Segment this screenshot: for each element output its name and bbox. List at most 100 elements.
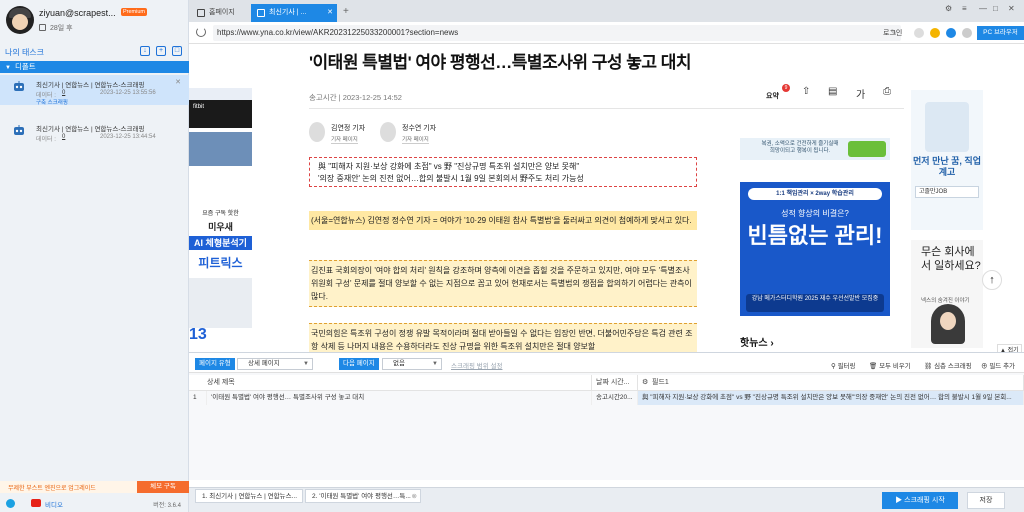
upgrade-banner: 무제한 부스트 엔진으로 업그레이드 체모 구독	[0, 481, 189, 493]
tab-home[interactable]: 홈페이지	[191, 4, 249, 22]
chevron-down-icon: ▼	[5, 65, 11, 71]
task-item[interactable]: 최신기사 | 연합뉴스 | 연합뉴스-스크래핑 데이터 : 0 2023-12-…	[0, 119, 189, 149]
gear-icon: ⚙	[642, 379, 649, 386]
cell-field1[interactable]: 與 "피해자 지원·보상 강화에 초점" vs 野 "진상규명 특조위 설치만은…	[638, 391, 1024, 405]
reporter-page-link[interactable]: 기자 페이지	[402, 135, 429, 144]
translate-icon[interactable]	[946, 28, 956, 38]
share-icon[interactable]: ⇧	[802, 86, 810, 97]
ad-company-sub: 넥스의 숨겨진 이야기	[921, 298, 970, 304]
youtube-icon[interactable]	[31, 499, 41, 507]
extension-icon[interactable]	[930, 28, 940, 38]
extension-icon[interactable]	[962, 28, 972, 38]
filter-button[interactable]: ⚲ 필터링	[831, 360, 856, 370]
page-icon	[257, 9, 265, 17]
url-input[interactable]: https://www.yna.co.kr/view/AKR2023122503…	[213, 25, 901, 41]
ad-left[interactable]: fitbit 요즘 구독 핫한 미우새 AI 체형분석기 피트릭스 13	[189, 88, 252, 352]
print-icon[interactable]: ⎙	[883, 86, 891, 97]
ad-company[interactable]: 무슨 회사에서 일하세요? 넥스의 숨겨진 이야기	[911, 240, 983, 348]
username: ziyuan@scrapest...	[39, 8, 116, 18]
folder-label: 디폴트	[14, 62, 36, 71]
article-paragraph: (서울=연합뉴스) 김연정 정수연 기자 = 여야가 '10·29 이태원 참사…	[309, 211, 697, 230]
article-paragraph: 국민의힘은 특조위 구성이 정쟁 유발 목적이라며 절대 받아들일 수 없다는 …	[309, 323, 697, 352]
workflow-tab[interactable]: 2. '이태원 특별법' 여야 평행선…특... ⊗	[305, 489, 421, 503]
avatar[interactable]	[6, 6, 34, 34]
task-name: 최신기사 | 연합뉴스 | 연합뉴스-스크래핑	[36, 82, 145, 89]
calendar-icon	[39, 24, 46, 31]
column-header[interactable]: ⚙ 필드1	[638, 375, 1024, 391]
ad-lottery[interactable]: 복권, 소액으로 건전하게 즐기실때 희망이되고 행복이 됩니다.	[740, 138, 890, 160]
next-page-select[interactable]: 없음 ▼	[382, 358, 442, 370]
data-panel: 페이지 유형 상세 페이지 ▼ 다음 페이지 없음 ▼ 스크래핑 범위 설정 ⚲ 필…	[189, 352, 1024, 480]
ad-academy-main: 빈틈없는 관리!	[747, 223, 883, 248]
ad-lottery-text: 복권, 소액으로 건전하게 즐기실때 희망이되고 행복이 됩니다.	[761, 141, 839, 154]
add-field-label: 필드 추가	[989, 363, 1016, 370]
task-item[interactable]: 최신기사 | 연합뉴스 | 연합뉴스-스크래핑 데이터 : 0 2023-12-…	[0, 75, 189, 106]
scroll-top-icon[interactable]: ↑	[982, 270, 1002, 290]
import-icon[interactable]: ↓	[140, 46, 150, 56]
cell-title[interactable]: '이태원 특별법' 여야 평행선… 특별조사위 구성 놓고 대치	[207, 391, 592, 405]
column-header[interactable]: 날짜 시간...	[592, 375, 638, 391]
start-scraping-button[interactable]: ▶ 스크래핑 시작	[882, 492, 958, 509]
video-link[interactable]: 비디오	[45, 499, 63, 509]
cell-datetime[interactable]: 송고시간20...	[592, 391, 638, 405]
ad-academy[interactable]: 1:1 책임관리 × 2way 학습관리 성적 향상의 비결은? 빈틈없는 관리…	[740, 182, 890, 316]
close-icon[interactable]: ✕	[327, 4, 333, 22]
tab-bar: 홈페이지 최신기사 | ... ✕ + — □ ✕ ⚙ ≡	[189, 0, 1024, 22]
deep-scrape-label: 심층 스크래핑	[934, 363, 972, 370]
article-subheads: 與 "피해자 지원·보상 강화에 초점" vs 野 "진상규명 특조위 설치만은…	[309, 157, 697, 187]
scrape-range-link[interactable]: 스크래핑 범위 설정	[451, 360, 502, 370]
folder-default[interactable]: ▼ 디폴트	[0, 61, 189, 73]
close-icon[interactable]: ✕	[175, 78, 181, 86]
task-data-label: 데이터 :	[36, 137, 56, 143]
save-button[interactable]: 저장	[967, 492, 1005, 509]
ad-vocational-image	[925, 102, 969, 152]
clear-all-label: 모두 비우기	[879, 363, 911, 370]
web-page: '이태원 특별법' 여야 평행선…특별조사위 구성 놓고 대치 송고시간 | 2…	[189, 44, 1024, 352]
maximize-icon[interactable]: □	[993, 4, 998, 13]
reporter-page-link[interactable]: 기자 페이지	[331, 135, 358, 144]
add-task-icon[interactable]: +	[156, 46, 166, 56]
clear-all-button[interactable]: 🗑 모두 비우기	[869, 360, 911, 370]
ad-company-title: 무슨 회사에서 일하세요?	[921, 246, 981, 272]
profile-icon[interactable]	[914, 28, 924, 38]
hot-news-heading[interactable]: 핫뉴스 ›	[740, 334, 774, 349]
reporter-photo	[380, 122, 396, 142]
comment-icon[interactable]: ▤	[828, 86, 837, 97]
summary-button[interactable]: 요약	[766, 91, 779, 101]
ad-academy-top: 1:1 책임관리 × 2way 학습관리	[748, 188, 882, 200]
workflow-tab[interactable]: 1. 최신기사 | 연합뉴스 | 연합뉴스...	[195, 489, 303, 503]
task-date: 2023-12-25 13:55:56	[100, 90, 156, 96]
robot-icon	[14, 81, 24, 91]
login-button[interactable]: 로그인	[883, 28, 902, 38]
new-folder-icon[interactable]: □	[172, 46, 182, 56]
tab-label: 홈페이지	[209, 9, 235, 16]
tab-article[interactable]: 최신기사 | ... ✕	[251, 4, 337, 22]
my-tasks-header: 나의 태스크 ↓ + □	[0, 46, 189, 60]
reporter-name: 김연정 기자	[331, 125, 366, 132]
menu-icon[interactable]: ≡	[962, 4, 967, 13]
close-icon[interactable]: ⊗	[412, 490, 417, 502]
subscribe-button[interactable]: 체모 구독	[137, 481, 189, 493]
page-type-select[interactable]: 상세 페이지 ▼	[237, 358, 313, 370]
new-tab-icon[interactable]: +	[343, 6, 349, 17]
trash-icon: 🗑	[869, 363, 880, 370]
font-size-icon[interactable]: 가	[856, 86, 865, 101]
settings-icon[interactable]: ⚙	[945, 4, 952, 13]
my-tasks-label: 나의 태스크	[5, 48, 45, 57]
add-field-button[interactable]: ⊕ 필드 추가	[981, 360, 1015, 370]
page-type-value: 상세 페이지	[248, 360, 280, 367]
deep-scrape-button[interactable]: ⛓ 심층 스크래핑	[924, 360, 972, 370]
task-data-count[interactable]: 0	[62, 134, 65, 140]
ad-left-text: 피트릭스	[198, 256, 243, 270]
reporter-photo	[309, 122, 325, 142]
close-window-icon[interactable]: ✕	[1008, 4, 1015, 13]
reload-icon[interactable]	[196, 27, 206, 37]
panel-toolbar: 페이지 유형 상세 페이지 ▼ 다음 페이지 없음 ▼ 스크래핑 범위 설정 ⚲ 필…	[189, 353, 1024, 373]
ad-vocational[interactable]: 먼저 만난 꿈, 직업계고 고졸만JOB	[911, 90, 983, 230]
url-text: https://www.yna.co.kr/view/AKR2023122503…	[217, 28, 459, 37]
pc-browser-button[interactable]: PC 브라우저	[977, 26, 1024, 40]
skype-icon[interactable]	[6, 499, 15, 508]
column-header[interactable]: 상세 제목	[189, 375, 592, 391]
minimize-icon[interactable]: —	[979, 4, 987, 13]
task-data-count[interactable]: 0	[62, 90, 65, 96]
